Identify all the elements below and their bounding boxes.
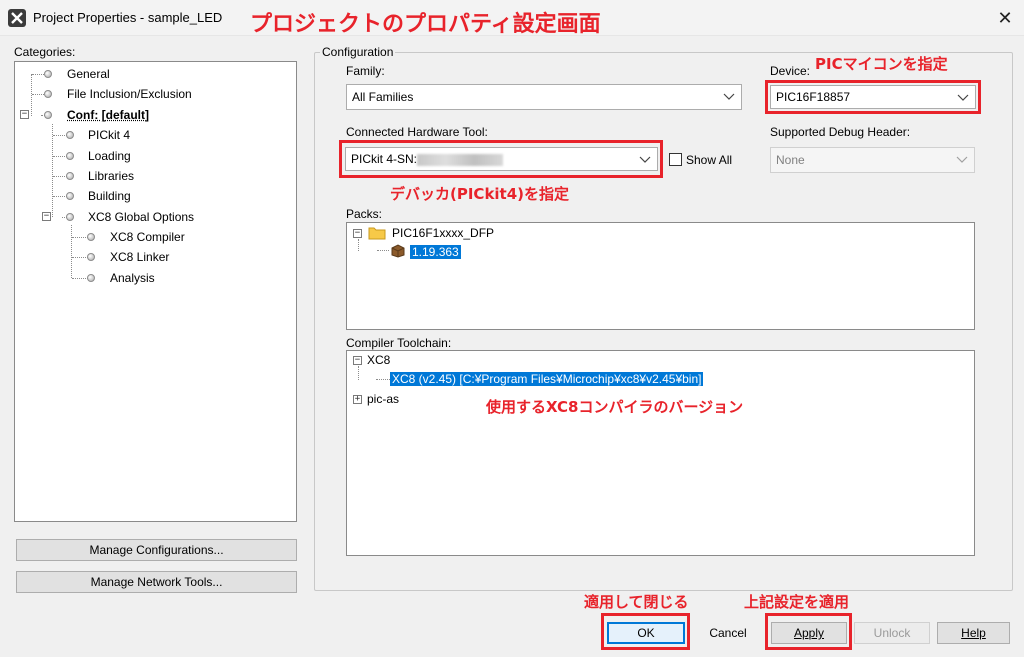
family-value: All Families (352, 90, 414, 104)
node-bullet-icon (87, 233, 95, 241)
device-annotation: PICマイコンを指定 (815, 55, 948, 73)
toolchain-label: Compiler Toolchain: (346, 336, 452, 350)
show-all-checkbox[interactable] (669, 153, 682, 166)
device-select[interactable]: PIC16F18857 (770, 85, 976, 109)
collapse-icon[interactable]: − (353, 356, 362, 365)
title-bar: Project Properties - sample_LED プロジェクトのプ… (0, 0, 1024, 37)
collapse-icon[interactable]: − (353, 229, 362, 238)
packs-version[interactable]: 1.19.363 (410, 245, 461, 259)
apply-annotation: 上記設定を適用 (744, 593, 850, 611)
toolchain-selected[interactable]: XC8 (v2.45) [C:¥Program Files¥Microchip¥… (390, 372, 704, 386)
category-conf-default[interactable]: Conf: [default] (67, 106, 149, 124)
debug-header-value: None (776, 153, 805, 167)
category-xc8-compiler[interactable]: XC8 Compiler (110, 228, 185, 246)
categories-tree[interactable]: General File Inclusion/Exclusion − Conf:… (14, 61, 297, 522)
node-bullet-icon (87, 274, 95, 282)
device-label: Device: (770, 64, 811, 78)
ok-button[interactable]: OK (607, 622, 685, 644)
category-general[interactable]: General (67, 65, 110, 83)
toolchain-pic-as[interactable]: pic-as (367, 390, 399, 408)
manage-configurations-button[interactable]: Manage Configurations... (16, 539, 297, 561)
packs-root[interactable]: PIC16F1xxxx_DFP (392, 224, 494, 242)
package-icon (391, 244, 405, 258)
manage-network-tools-button[interactable]: Manage Network Tools... (16, 571, 297, 593)
cancel-button[interactable]: Cancel (689, 622, 767, 644)
chevron-down-icon (723, 93, 735, 100)
category-libraries[interactable]: Libraries (88, 167, 134, 185)
ok-annotation: 適用して閉じる (584, 593, 689, 611)
category-analysis[interactable]: Analysis (110, 269, 155, 287)
packs-tree[interactable]: − PIC16F1xxxx_DFP 1.19.363 (346, 222, 975, 330)
node-bullet-icon (66, 172, 74, 180)
hw-tool-annotation: デバッカ(PICkit4)を指定 (390, 185, 570, 203)
app-icon (8, 9, 26, 27)
categories-label: Categories: (14, 45, 76, 59)
folder-icon (368, 227, 386, 240)
debug-header-select: None (770, 147, 975, 173)
chevron-down-icon (957, 94, 969, 101)
category-pickit4[interactable]: PICkit 4 (88, 126, 130, 144)
help-button[interactable]: Help (937, 622, 1010, 644)
chevron-down-icon (639, 156, 651, 163)
toolchain-root[interactable]: XC8 (367, 351, 390, 369)
hw-tool-select[interactable]: PICkit 4-SN: (345, 147, 658, 171)
collapse-icon[interactable]: − (20, 110, 29, 119)
toolchain-tree[interactable]: − XC8 XC8 (v2.45) [C:¥Program Files¥Micr… (346, 350, 975, 556)
node-bullet-icon (66, 192, 74, 200)
node-bullet-icon (66, 131, 74, 139)
expand-icon[interactable]: + (353, 395, 362, 404)
device-value: PIC16F18857 (776, 90, 851, 104)
category-file-inclusion[interactable]: File Inclusion/Exclusion (67, 85, 192, 103)
category-building[interactable]: Building (88, 187, 131, 205)
node-bullet-icon (66, 213, 74, 221)
configuration-group-label: Configuration (320, 45, 396, 59)
close-icon[interactable]: ✕ (994, 7, 1016, 29)
category-loading[interactable]: Loading (88, 147, 131, 165)
chevron-down-icon (956, 156, 968, 163)
node-bullet-icon (44, 70, 52, 78)
serial-redacted (417, 153, 504, 166)
node-bullet-icon (66, 152, 74, 160)
hw-tool-value: PICkit 4-SN: (351, 152, 418, 166)
node-bullet-icon (87, 253, 95, 261)
title-annotation: プロジェクトのプロパティ設定画面 (250, 12, 601, 37)
family-select[interactable]: All Families (346, 84, 742, 110)
collapse-icon[interactable]: − (42, 212, 51, 221)
debug-header-label: Supported Debug Header: (770, 125, 911, 139)
category-xc8-global-options[interactable]: XC8 Global Options (88, 208, 194, 226)
family-label: Family: (346, 64, 385, 78)
show-all-label: Show All (686, 153, 733, 167)
category-xc8-linker[interactable]: XC8 Linker (110, 248, 169, 266)
hw-tool-label: Connected Hardware Tool: (346, 125, 488, 139)
node-bullet-icon (44, 111, 52, 119)
unlock-button: Unlock (854, 622, 930, 644)
node-bullet-icon (44, 90, 52, 98)
window-title: Project Properties - sample_LED (33, 10, 223, 25)
packs-label: Packs: (346, 207, 383, 221)
toolchain-annotation: 使用するXC8コンパイラのバージョン (486, 398, 744, 416)
apply-button[interactable]: Apply (771, 622, 847, 644)
